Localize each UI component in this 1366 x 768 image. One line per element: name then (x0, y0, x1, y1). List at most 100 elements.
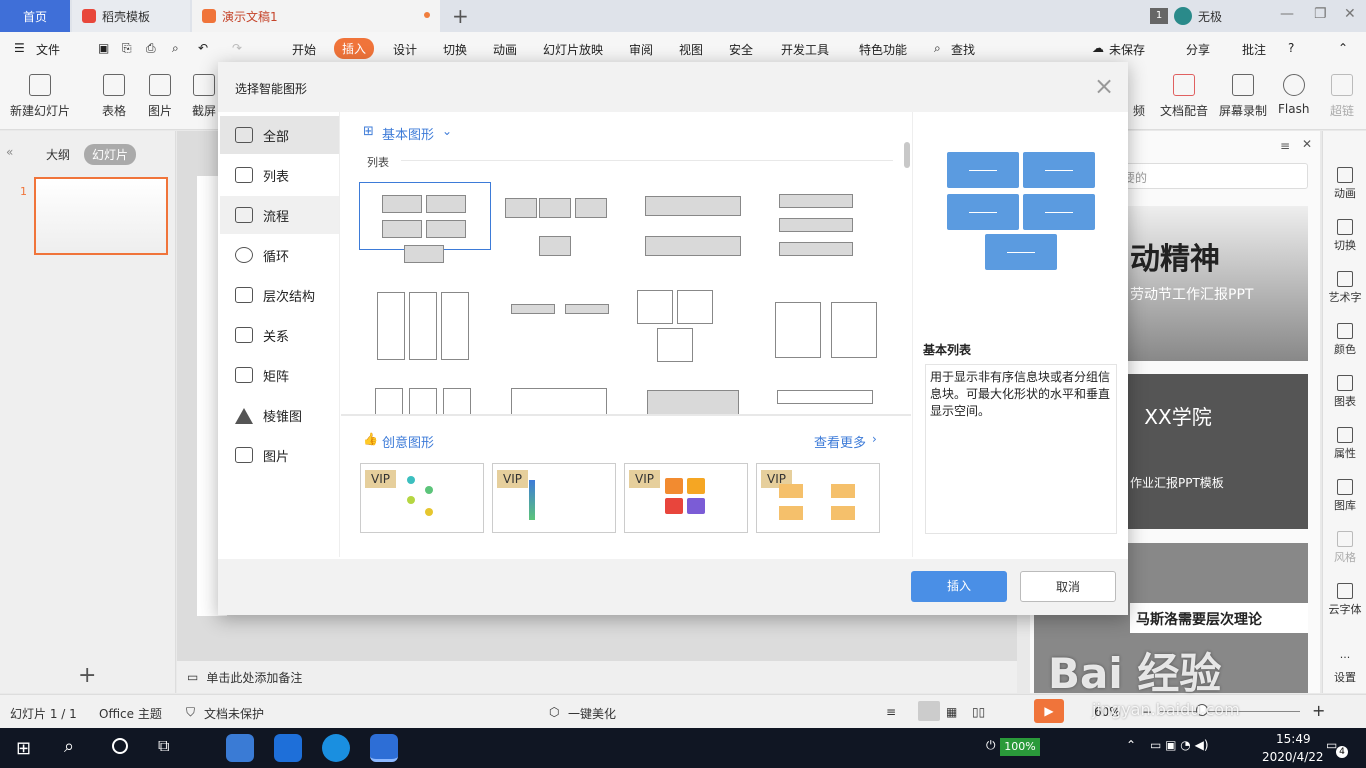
menu-comment[interactable]: 批注 (1242, 41, 1266, 58)
battery-indicator[interactable]: 100% (1000, 738, 1040, 756)
theme-name[interactable]: Office 主题 (99, 705, 162, 722)
menu-search[interactable]: 查找 (951, 41, 975, 58)
property-tool[interactable]: 属性 (1323, 427, 1366, 461)
menu-file[interactable]: 文件 (36, 41, 60, 58)
tab-document[interactable]: 演示文稿1 (192, 0, 440, 32)
menu-devtools[interactable]: 开发工具 (781, 41, 829, 58)
protection-status[interactable]: 文档未保护 (204, 705, 264, 722)
slide-thumbnail[interactable] (34, 177, 168, 255)
add-slide-icon[interactable]: + (78, 663, 96, 688)
category-all[interactable]: 全部 (220, 116, 339, 154)
menu-view[interactable]: 视图 (679, 41, 703, 58)
clock-time[interactable]: 15:49 (1276, 732, 1311, 746)
tab-templates[interactable]: 稻壳模板 (72, 0, 190, 32)
tab-home[interactable]: 首页 (0, 0, 70, 32)
app-icon-1[interactable] (226, 734, 254, 762)
menu-features[interactable]: 特色功能 (859, 41, 907, 58)
menu-start[interactable]: 开始 (292, 41, 316, 58)
smartart-shape-2[interactable] (491, 182, 623, 256)
menu-animation[interactable]: 动画 (493, 41, 517, 58)
creative-card-4[interactable]: VIP (756, 463, 880, 533)
preview-icon[interactable]: ⌕ (172, 41, 179, 56)
style-tool[interactable]: 风格 (1323, 531, 1366, 565)
pane-menu-icon[interactable]: ≡ (1280, 139, 1290, 153)
template-search-input[interactable]: 要的 (1098, 163, 1308, 189)
search-icon[interactable]: ⌕ (64, 736, 74, 757)
unsaved-status[interactable]: 未保存 (1109, 41, 1145, 58)
play-icon[interactable]: ▶ (1034, 699, 1064, 723)
smartart-shape-12[interactable] (757, 384, 889, 414)
wordart-tool[interactable]: 艺术字 (1323, 271, 1366, 305)
screen-record-button[interactable]: 屏幕录制 (1219, 74, 1267, 119)
tray-icons[interactable]: ▭ ▣ ◔ ◀) (1150, 738, 1209, 752)
help-icon[interactable]: ? (1288, 41, 1294, 55)
app-icon-2[interactable] (274, 734, 302, 762)
zoom-in-icon[interactable]: + (1312, 701, 1325, 720)
image-button[interactable]: 图片 (148, 74, 172, 119)
creative-card-3[interactable]: VIP (624, 463, 748, 533)
category-relationship[interactable]: 关系 (220, 316, 339, 354)
redo-icon[interactable]: ↷ (232, 41, 242, 55)
tab-outline[interactable]: 大纲 (46, 146, 70, 163)
audio-button[interactable]: 频 (1128, 74, 1150, 119)
smartart-shape-3[interactable] (625, 182, 757, 256)
menu-review[interactable]: 审阅 (629, 41, 653, 58)
menu-design[interactable]: 设计 (393, 41, 417, 58)
cloudfont-tool[interactable]: 云字体 (1323, 583, 1366, 617)
smartart-basic-list[interactable] (359, 182, 491, 263)
screenshot-button[interactable]: 截屏 (192, 74, 216, 119)
menu-share[interactable]: 分享 (1186, 41, 1210, 58)
chevron-right-icon[interactable]: › (872, 432, 877, 446)
transition-tool[interactable]: 切换 (1323, 219, 1366, 253)
category-picture[interactable]: 图片 (220, 436, 339, 474)
animation-tool[interactable]: 动画 (1323, 167, 1366, 201)
notes-bar[interactable]: ▭ 单击此处添加备注 (177, 661, 1017, 693)
tray-chevron-icon[interactable]: ⌃ (1126, 738, 1136, 752)
creative-card-2[interactable]: VIP (492, 463, 616, 533)
smartart-shape-8[interactable] (757, 290, 889, 358)
clock-date[interactable]: 2020/4/22 (1262, 750, 1324, 764)
restore-icon[interactable]: ❐ (1314, 6, 1327, 22)
smartart-shape-6[interactable] (491, 290, 623, 358)
sorter-view-icon[interactable]: ▦ (946, 705, 957, 719)
collapse-panel-icon[interactable]: « (6, 145, 13, 159)
wps-icon[interactable] (370, 734, 398, 762)
save-icon[interactable]: ▣ (98, 41, 109, 55)
menu-security[interactable]: 安全 (729, 41, 753, 58)
voiceover-button[interactable]: 文档配音 (1160, 74, 1208, 119)
hamburger-icon[interactable]: ☰ (14, 41, 25, 55)
insert-button[interactable]: 插入 (911, 571, 1007, 602)
tab-slides[interactable]: 幻灯片 (84, 144, 137, 165)
cortana-icon[interactable] (112, 738, 128, 754)
beautify-button[interactable]: 一键美化 (568, 705, 616, 722)
undo-icon[interactable]: ↶ (198, 41, 208, 55)
cancel-button[interactable]: 取消 (1020, 571, 1116, 602)
search-icon[interactable]: ⌕ (934, 41, 941, 56)
smartart-shape-9[interactable] (359, 384, 491, 414)
smartart-shape-10[interactable] (491, 384, 623, 414)
task-view-icon[interactable]: ⧉ (158, 736, 169, 756)
windows-start-icon[interactable]: ⊞ (16, 738, 31, 759)
category-hierarchy[interactable]: 层次结构 (220, 276, 339, 314)
chart-tool[interactable]: 图表 (1323, 375, 1366, 409)
category-cycle[interactable]: 循环 (220, 236, 339, 274)
pane-close-icon[interactable]: ✕ (1302, 137, 1312, 151)
reading-view-icon[interactable]: ▯▯ (972, 705, 985, 719)
new-slide-button[interactable]: 新建幻灯片 (10, 74, 70, 119)
print-icon[interactable]: ⎙ (146, 41, 156, 56)
category-matrix[interactable]: 矩阵 (220, 356, 339, 394)
browser-icon[interactable] (322, 734, 350, 762)
gallery-tool[interactable]: 图库 (1323, 479, 1366, 513)
category-pyramid[interactable]: 棱锥图 (220, 396, 339, 434)
category-process[interactable]: 流程 (220, 196, 339, 234)
notes-toggle-icon[interactable]: ≡ (886, 705, 896, 719)
table-button[interactable]: 表格 (102, 74, 126, 119)
see-more-link[interactable]: 查看更多 (814, 432, 866, 451)
smartart-shape-11[interactable] (625, 384, 757, 414)
section-basic-label[interactable]: 基本图形 (382, 124, 434, 143)
user-area[interactable]: 1 无极 (1150, 7, 1222, 25)
minimize-icon[interactable]: — (1280, 6, 1294, 22)
category-list-item[interactable]: 列表 (220, 156, 339, 194)
export-icon[interactable]: ⎘ (122, 41, 132, 56)
settings-tool[interactable]: ··· 设置 (1323, 651, 1366, 685)
